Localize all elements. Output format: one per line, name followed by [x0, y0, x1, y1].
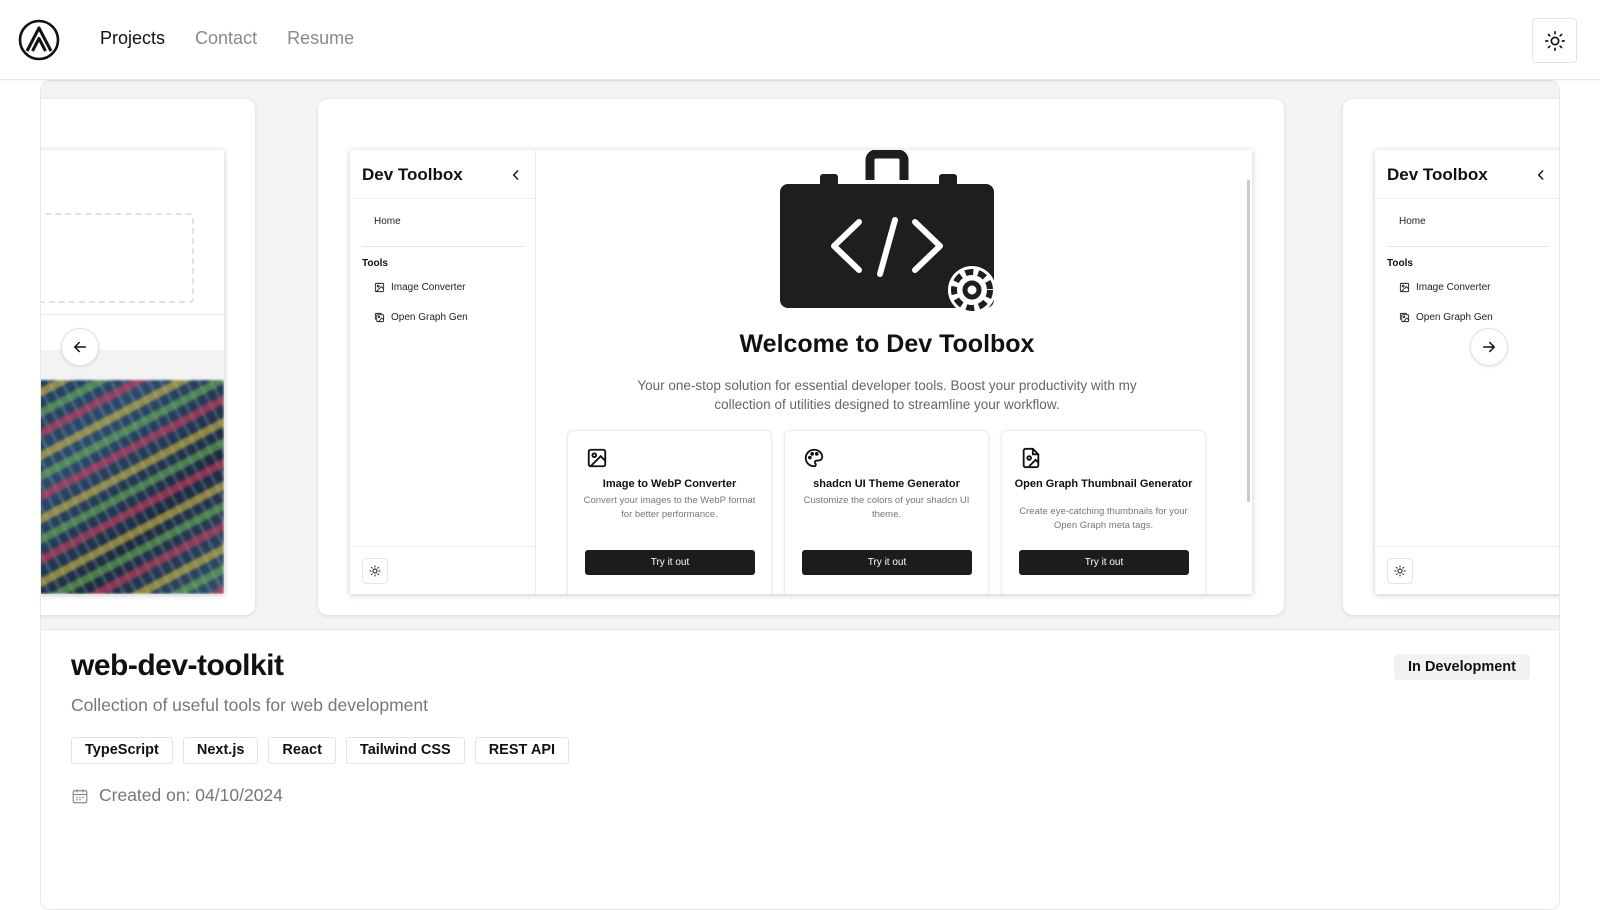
top-nav-bar: Projects Contact Resume [0, 0, 1600, 80]
tech-tags: TypeScript Next.js React Tailwind CSS RE… [71, 737, 570, 764]
welcome-subtitle: Your one-stop solution for essential dev… [637, 378, 1137, 412]
project-card: Dev Toolbox Home Tools Image Converter O… [40, 80, 1560, 910]
logo-icon[interactable] [18, 19, 60, 61]
try-it-out-button: Try it out [802, 550, 972, 575]
nav-resume[interactable]: Resume [287, 28, 354, 49]
created-date: Created on: 04/10/2024 [71, 785, 283, 806]
images-icon [1399, 312, 1410, 323]
tag-react: React [268, 737, 336, 764]
calendar-icon [72, 788, 88, 803]
tool-card-title: Open Graph Thumbnail Generator [1014, 478, 1193, 490]
tag-tailwind: Tailwind CSS [345, 737, 465, 764]
try-it-out-button: Try it out [1019, 550, 1189, 575]
sidebar-item-home: Home [1399, 216, 1426, 227]
slide-screenshot: Dev Toolbox Home Tools Image Converter O… [350, 150, 1252, 594]
sun-icon [1394, 565, 1406, 577]
tool-card-webp: Image to WebP Converter Convert your ima… [567, 430, 772, 594]
slide-screenshot: Dev Toolbox Home Tools Image Converter O… [1375, 150, 1559, 594]
welcome-heading: Welcome to Dev Toolbox [739, 330, 1035, 358]
sidebar-item-image-converter: Image Converter [1399, 282, 1490, 293]
sidebar-item-image-converter: Image Converter [374, 282, 465, 293]
chevron-left-icon [1537, 170, 1544, 180]
screenshot-carousel: Dev Toolbox Home Tools Image Converter O… [41, 81, 1559, 630]
file-image-icon [1022, 447, 1040, 469]
sidebar-theme-button [362, 558, 388, 584]
tool-card-og: Open Graph Thumbnail Generator Create ey… [1001, 430, 1206, 594]
tool-card-desc: Customize the colors of your shadcn UI t… [803, 495, 970, 520]
theme-toggle-button[interactable] [1532, 18, 1577, 63]
carousel-next-button[interactable] [1470, 328, 1508, 366]
sidebar-title: Dev Toolbox [362, 165, 463, 184]
palette-icon [804, 448, 824, 468]
chevron-left-icon [512, 170, 519, 180]
images-icon [374, 312, 385, 323]
divider [41, 314, 224, 315]
image-icon [1399, 282, 1410, 293]
devtoolbox-sidebar: Dev Toolbox Home Tools Image Converter O… [350, 150, 536, 594]
status-badge: In Development [1394, 654, 1530, 680]
sidebar-item-home: Home [374, 216, 401, 227]
sidebar-section-tools: Tools [1387, 258, 1413, 269]
tool-card-title: Image to WebP Converter [602, 478, 737, 490]
tag-rest-api: REST API [474, 737, 570, 764]
image-icon [587, 448, 607, 468]
tag-nextjs: Next.js [182, 737, 259, 764]
sun-icon [1544, 30, 1565, 51]
tool-card-title: shadcn UI Theme Generator [813, 478, 960, 490]
created-date-text: Created on: 04/10/2024 [99, 785, 283, 805]
devtoolbox-sidebar: Dev Toolbox Home Tools Image Converter O… [1375, 150, 1559, 594]
nav-contact[interactable]: Contact [195, 28, 257, 49]
sidebar-theme-button [1387, 558, 1413, 584]
tool-card-desc: Create eye-catching thumbnails for your … [1019, 506, 1188, 531]
image-icon [374, 282, 385, 293]
tool-card-theme: shadcn UI Theme Generator Customize the … [784, 430, 989, 594]
sun-icon [369, 565, 381, 577]
nav-projects[interactable]: Projects [100, 28, 165, 49]
arrow-right-icon [1483, 341, 1495, 353]
project-title: web-dev-toolkit [71, 649, 284, 682]
carousel-slide-current: Dev Toolbox Home Tools Image Converter O… [318, 99, 1284, 615]
arrow-left-icon [74, 341, 86, 353]
tag-typescript: TypeScript [71, 737, 173, 764]
sidebar-section-tools: Tools [362, 258, 388, 269]
main-nav: Projects Contact Resume [100, 28, 354, 49]
sidebar-item-open-graph: Open Graph Gen [374, 312, 468, 323]
carousel-slide-next: Dev Toolbox Home Tools Image Converter O… [1343, 99, 1559, 615]
code-photo-image [41, 380, 224, 594]
tool-card-desc: Convert your images to the WebP format f… [583, 495, 756, 520]
project-description: Collection of useful tools for web devel… [71, 695, 429, 715]
sidebar-item-open-graph: Open Graph Gen [1399, 312, 1493, 323]
carousel-prev-button[interactable] [61, 328, 99, 366]
sidebar-title: Dev Toolbox [1387, 165, 1488, 184]
dropzone-preview [41, 213, 194, 303]
slide-screenshot [41, 150, 224, 594]
devtoolbox-main: Welcome to Dev Toolbox Your one-stop sol… [537, 150, 1252, 594]
toolbox-code-icon [780, 150, 996, 312]
scrollbar [1247, 180, 1250, 502]
try-it-out-button: Try it out [585, 550, 755, 575]
